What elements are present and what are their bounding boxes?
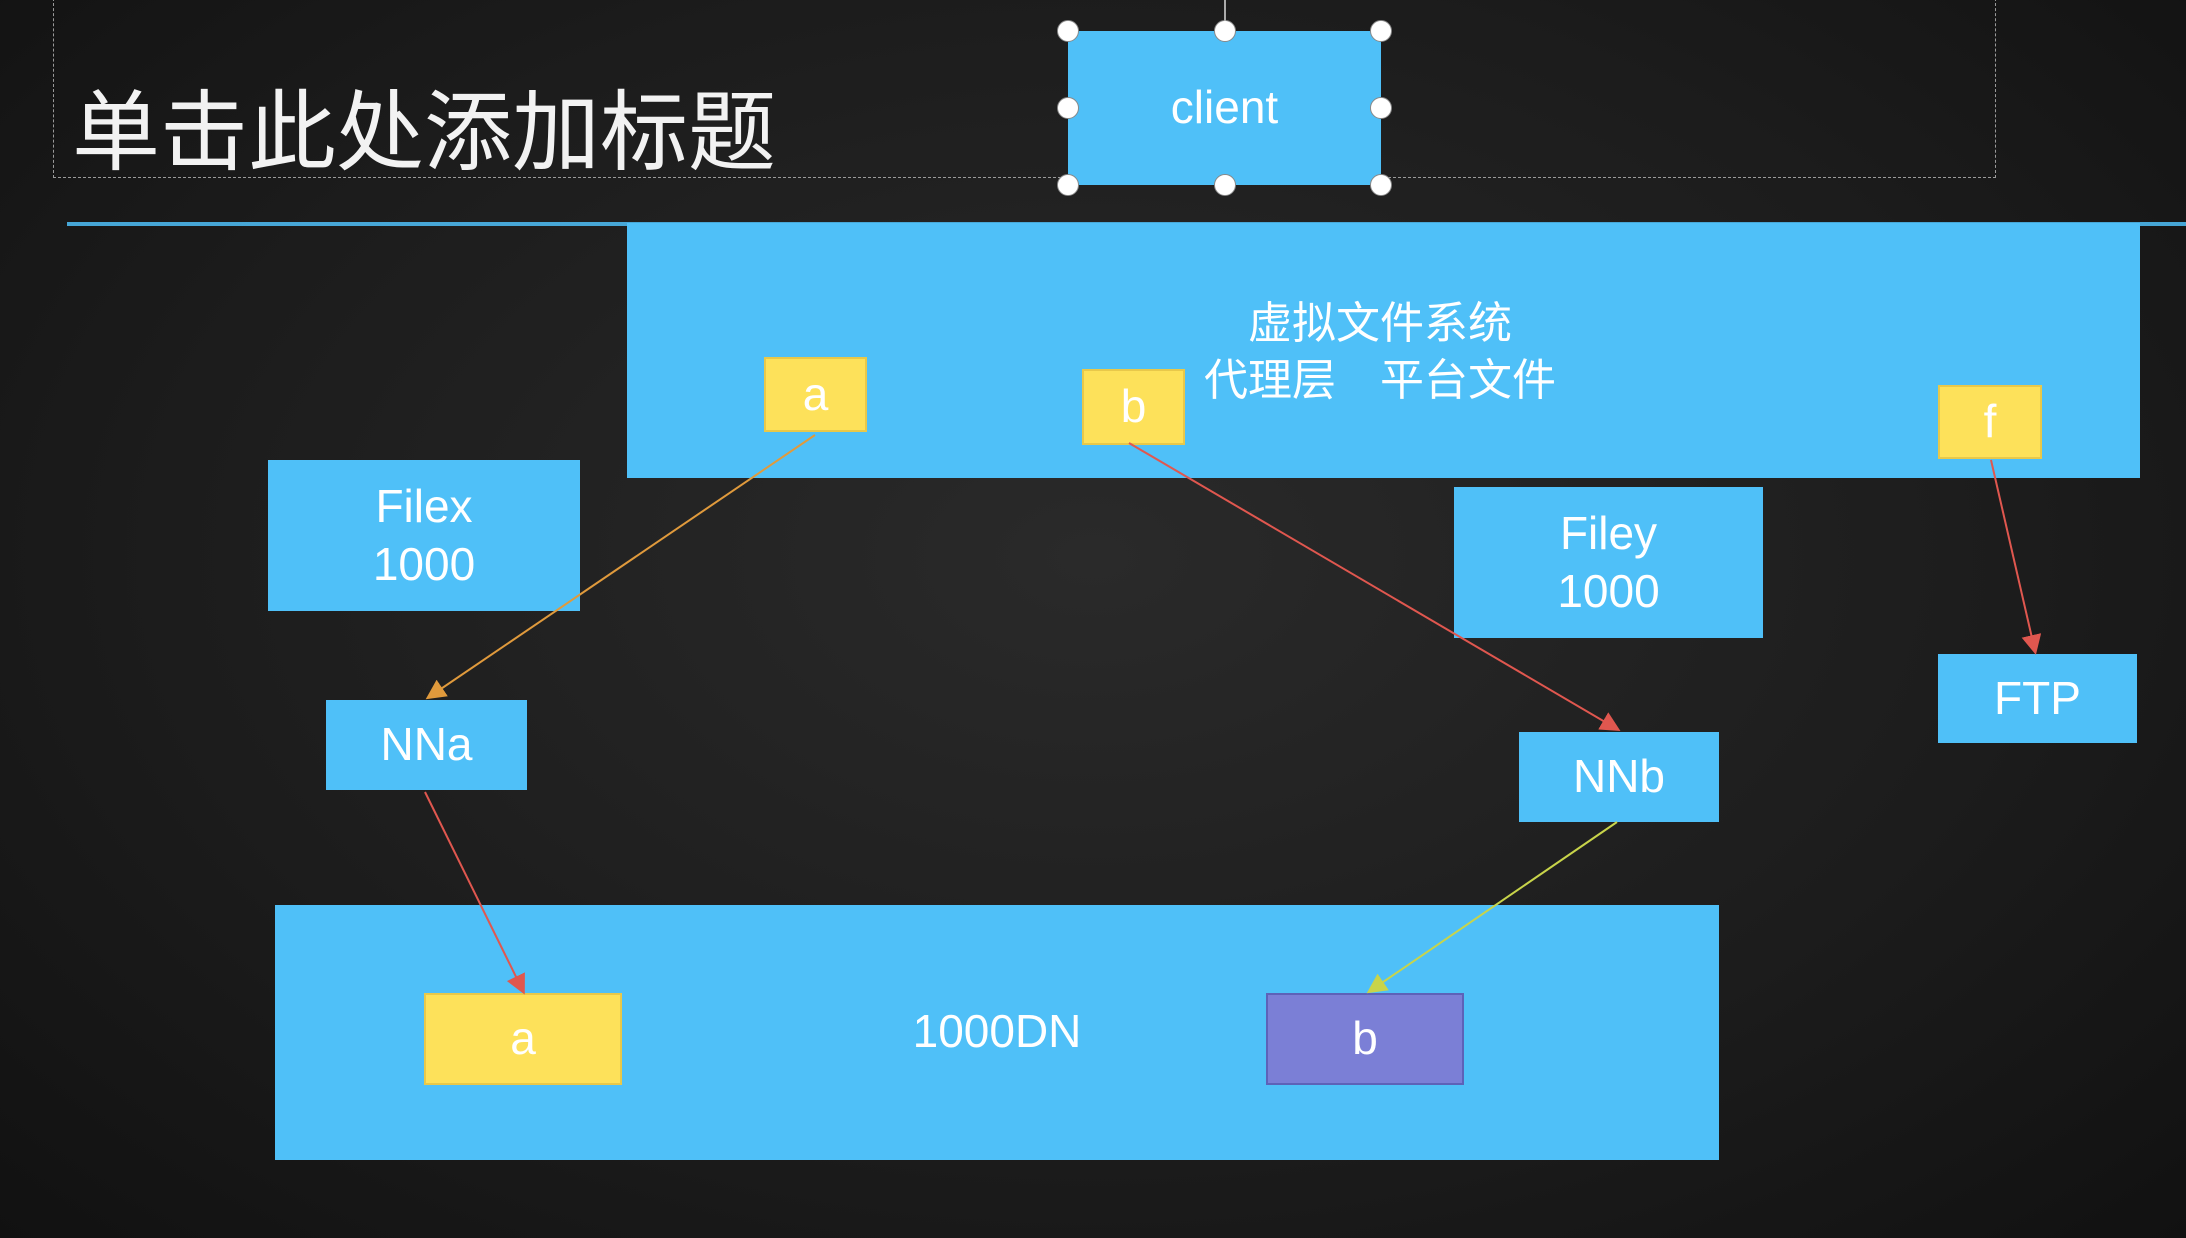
arrows-layer [424, 434, 2042, 995]
arrow-nnb-to-block-b [1366, 821, 1618, 994]
arrow-nna-to-block-a [424, 791, 525, 995]
arrow-b-to-nnb [1128, 442, 1621, 732]
arrow-a-to-nna [425, 434, 816, 700]
arrow-f-to-ftp [1990, 459, 2042, 655]
